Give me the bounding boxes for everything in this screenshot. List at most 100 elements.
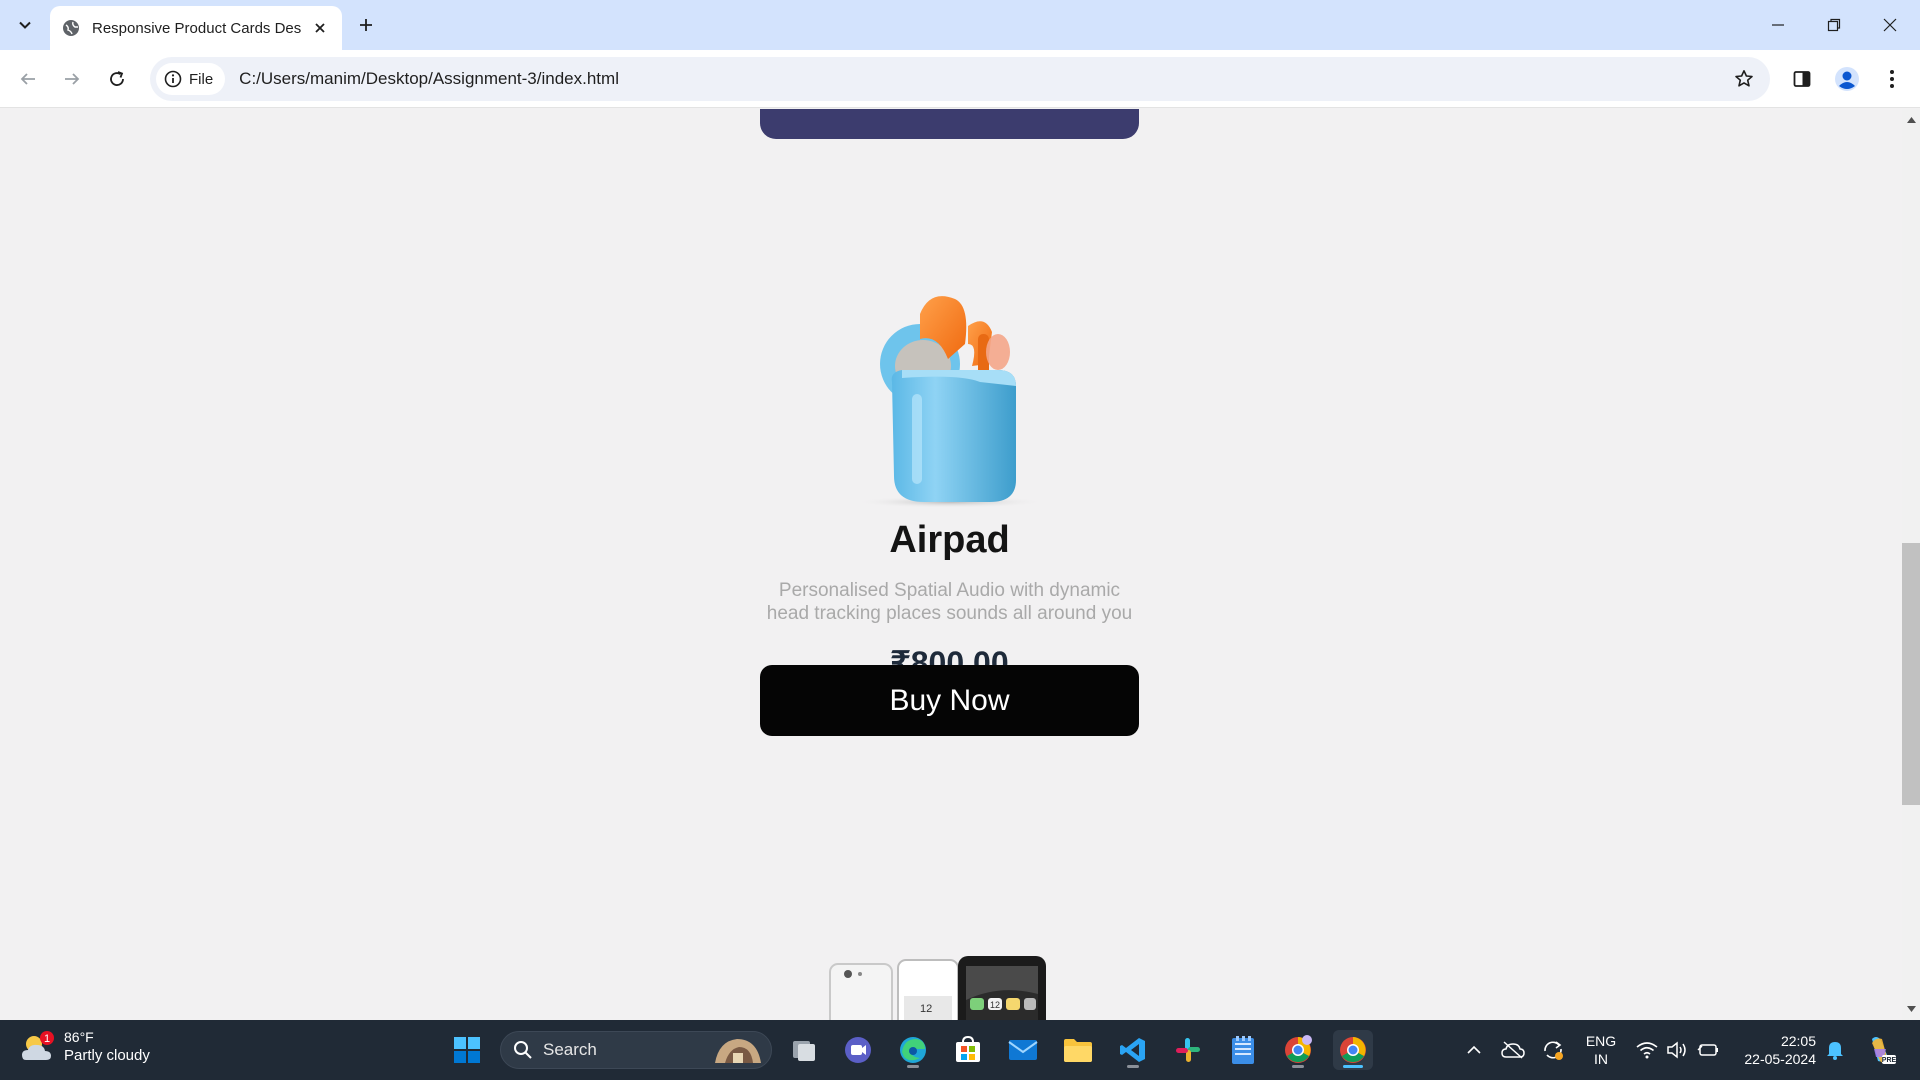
tab-search-button[interactable]: [8, 8, 42, 42]
arrow-left-icon: [20, 73, 35, 85]
taskbar-search-label: Search: [543, 1040, 597, 1059]
chrome-icon: [1285, 1035, 1312, 1063]
search-icon: [514, 1041, 532, 1059]
globe-icon: [63, 20, 79, 36]
vscode-running-indicator: [1127, 1065, 1139, 1068]
video-chat-icon: [845, 1037, 871, 1063]
side-panel-button[interactable]: [1784, 61, 1820, 97]
language-code: ENG: [1585, 1033, 1617, 1049]
battery-status[interactable]: [1694, 1030, 1722, 1070]
partly-cloudy-icon: 1: [22, 1030, 54, 1060]
profile-button[interactable]: [1829, 61, 1865, 97]
wifi-icon: [1636, 1042, 1658, 1059]
weather-badge: 1: [44, 1033, 50, 1045]
forward-button[interactable]: [54, 61, 90, 97]
reload-icon: [110, 71, 124, 86]
weather-condition: Partly cloudy: [64, 1047, 150, 1064]
notepad-app[interactable]: [1223, 1030, 1263, 1070]
site-info-chip[interactable]: File: [156, 63, 226, 95]
plus-icon: [360, 19, 372, 31]
reload-button[interactable]: [99, 61, 135, 97]
clock-time: 22:05: [1780, 1033, 1816, 1049]
windows-logo-icon: [454, 1037, 480, 1063]
copilot-button[interactable]: PRE: [1862, 1030, 1898, 1070]
task-view-icon: [793, 1041, 815, 1061]
restore-button[interactable]: [1806, 0, 1862, 50]
weather-temperature: 86°F: [64, 1029, 94, 1045]
triangle-up-icon: [1906, 117, 1916, 123]
close-window-button[interactable]: [1862, 0, 1918, 50]
avatar-icon: [1835, 67, 1859, 91]
tab-title: Responsive Product Cards Design: [92, 19, 302, 37]
previous-card-buy-button[interactable]: [760, 109, 1139, 139]
edge-browser-app[interactable]: [893, 1030, 933, 1070]
close-icon: [1883, 18, 1897, 32]
minimize-button[interactable]: [1750, 0, 1806, 50]
edge-icon: [900, 1037, 926, 1063]
scroll-up-arrow[interactable]: [1902, 112, 1920, 128]
show-hidden-icons-button[interactable]: [1460, 1030, 1488, 1070]
chrome-icon: [1340, 1037, 1366, 1063]
svg-text:PRE: PRE: [1882, 1057, 1896, 1064]
slack-icon: [1176, 1038, 1200, 1062]
notepad-icon: [1232, 1036, 1254, 1064]
weather-widget[interactable]: 1 86°F Partly cloudy: [20, 1028, 150, 1065]
scroll-down-arrow[interactable]: [1902, 1001, 1920, 1017]
more-vertical-icon: [1890, 70, 1894, 88]
slack-app[interactable]: [1168, 1030, 1208, 1070]
buy-now-button[interactable]: Buy Now: [760, 665, 1139, 736]
browser-tab-strip: Responsive Product Cards Design: [0, 0, 1920, 50]
sync-icon: [1544, 1041, 1563, 1060]
side-panel-icon: [1793, 71, 1811, 87]
browser-menu-button[interactable]: [1874, 61, 1910, 97]
product-description-line-2: head tracking places sounds all around y…: [766, 603, 1133, 624]
arrow-right-icon: [65, 73, 80, 85]
start-button[interactable]: [447, 1030, 487, 1070]
next-product-image: 12 12: [829, 956, 1046, 1020]
taskbar-search-box[interactable]: Search: [500, 1031, 772, 1069]
sync-status[interactable]: [1538, 1030, 1568, 1070]
windows-taskbar: 1 86°F Partly cloudy Search ENG IN 22:05…: [0, 1020, 1920, 1080]
microsoft-store-app[interactable]: [948, 1030, 988, 1070]
back-button[interactable]: [10, 61, 46, 97]
url-text[interactable]: C:/Users/manim/Desktop/Assignment-3/inde…: [239, 69, 1726, 89]
system-clock[interactable]: 22:05 22-05-2024: [1732, 1032, 1816, 1068]
product-description-line-1: Personalised Spatial Audio with dynamic: [778, 580, 1121, 601]
onedrive-status[interactable]: [1498, 1030, 1528, 1070]
chrome-app[interactable]: [1333, 1030, 1373, 1070]
chevron-up-icon: [1467, 1045, 1481, 1054]
triangle-down-icon: [1906, 1006, 1916, 1012]
tab-close-button[interactable]: [310, 18, 330, 38]
address-bar[interactable]: File C:/Users/manim/Desktop/Assignment-3…: [150, 57, 1770, 101]
volume-control[interactable]: [1664, 1030, 1690, 1070]
language-indicator[interactable]: ENG IN: [1583, 1032, 1619, 1068]
copilot-icon: PRE: [1872, 1037, 1896, 1064]
teams-meet-app[interactable]: [838, 1030, 878, 1070]
wifi-status[interactable]: [1634, 1030, 1660, 1070]
search-highlight-icon: [715, 1039, 761, 1063]
vscode-icon: [1120, 1038, 1145, 1062]
info-icon: [164, 70, 182, 88]
chrome-profile-app[interactable]: [1278, 1030, 1318, 1070]
language-region: IN: [1594, 1051, 1608, 1067]
browser-tab-active[interactable]: Responsive Product Cards Design: [50, 6, 342, 50]
product-name: Airpad: [889, 519, 1010, 561]
scrollbar-thumb[interactable]: [1902, 543, 1920, 805]
clock-date: 22-05-2024: [1744, 1051, 1816, 1067]
browser-toolbar: File C:/Users/manim/Desktop/Assignment-3…: [0, 50, 1920, 108]
file-explorer-app[interactable]: [1058, 1030, 1098, 1070]
new-tab-button[interactable]: [352, 11, 380, 39]
speaker-icon: [1667, 1041, 1686, 1059]
minimize-icon: [1772, 24, 1784, 26]
product-image: [855, 296, 1045, 508]
vscode-app[interactable]: [1113, 1030, 1153, 1070]
restore-icon: [1827, 18, 1841, 32]
task-view-button[interactable]: [784, 1030, 824, 1070]
cloud-off-icon: [1501, 1041, 1525, 1059]
bookmark-button[interactable]: [1726, 61, 1762, 97]
notifications-button[interactable]: [1822, 1030, 1848, 1070]
battery-icon: [1697, 1044, 1718, 1056]
mail-app[interactable]: [1003, 1030, 1043, 1070]
mail-icon: [1008, 1040, 1038, 1060]
svg-text:12: 12: [990, 1000, 1000, 1010]
